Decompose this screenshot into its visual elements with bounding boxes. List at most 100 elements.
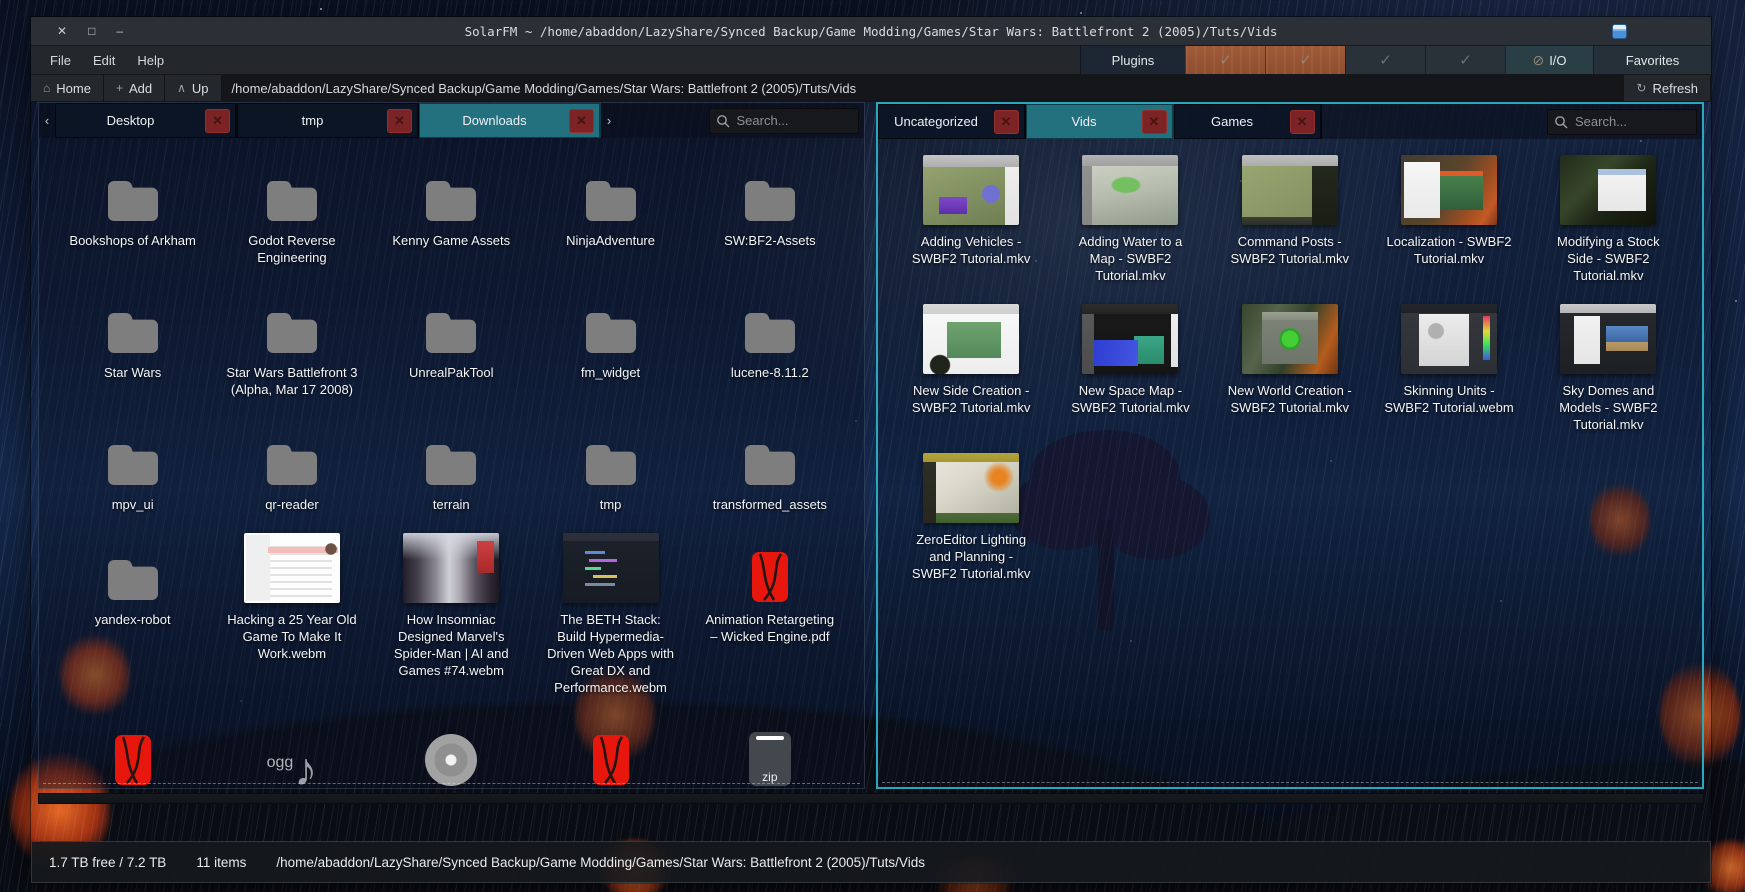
file-label: Sky Domes and Models - SWBF2 Tutorial.mk…	[1542, 382, 1674, 433]
file-item[interactable]: Sky Domes and Models - SWBF2 Tutorial.mk…	[1529, 300, 1688, 433]
search-input[interactable]	[1547, 109, 1697, 135]
file-label: Godot Reverse Engineering	[226, 232, 358, 266]
add-tab-button[interactable]: + Add	[104, 75, 165, 101]
menubar: File Edit Help Plugins ✓ ✓ ✓ ✓ ⊘ I/O Fav…	[31, 46, 1711, 75]
tab-close-button[interactable]: ✕	[569, 109, 594, 133]
check-toggle-button[interactable]: ✓	[1185, 46, 1265, 74]
tab-vids[interactable]: Vids✕	[1026, 104, 1174, 139]
folder-icon	[582, 414, 640, 488]
folder-item[interactable]: transformed_assets	[690, 414, 849, 513]
scroll-tabs-left-icon[interactable]: ‹	[39, 103, 55, 138]
status-path-text: /home/abaddon/LazyShare/Synced Backup/Ga…	[276, 855, 925, 870]
tab-desktop[interactable]: Desktop✕	[55, 103, 237, 138]
video-thumbnail	[1082, 151, 1178, 225]
maximize-window-button[interactable]: □	[88, 24, 95, 38]
file-label: Animation Retargeting – Wicked Engine.pd…	[704, 611, 836, 645]
plugins-button[interactable]: Plugins	[1080, 46, 1185, 74]
folder-icon	[582, 150, 640, 224]
folder-item[interactable]: NinjaAdventure	[531, 150, 690, 266]
up-button[interactable]: ∧ Up	[165, 75, 221, 101]
file-item[interactable]: New Space Map - SWBF2 Tutorial.mkv	[1051, 300, 1210, 433]
file-item[interactable]: Hacking a 25 Year Old Game To Make It Wo…	[212, 529, 371, 696]
file-label: Star Wars	[104, 364, 161, 381]
file-label: transformed_assets	[713, 496, 827, 513]
folder-item[interactable]: UnrealPakTool	[372, 282, 531, 398]
video-thumbnail	[403, 529, 499, 603]
tab-label: Games	[1175, 114, 1290, 129]
dual-pane-area: ‹ Desktop✕tmp✕Downloads✕ › Bookshops of …	[31, 102, 1711, 789]
file-item[interactable]: Skinning Units - SWBF2 Tutorial.webm	[1369, 300, 1528, 433]
folder-item[interactable]: SW:BF2-Assets	[690, 150, 849, 266]
io-button[interactable]: ⊘ I/O	[1505, 46, 1593, 74]
folder-item[interactable]: Star Wars	[53, 282, 212, 398]
scroll-tabs-right-icon[interactable]: ›	[601, 103, 617, 138]
refresh-button[interactable]: ↻ Refresh	[1623, 75, 1711, 101]
tab-close-button[interactable]: ✕	[994, 110, 1019, 134]
favorites-button[interactable]: Favorites	[1593, 46, 1711, 74]
folder-item[interactable]: qr-reader	[212, 414, 371, 513]
check-toggle-button[interactable]: ✓	[1265, 46, 1345, 74]
folder-item[interactable]: fm_widget	[531, 282, 690, 398]
file-item[interactable]: ogg♪	[212, 712, 371, 788]
tab-label: Downloads	[420, 113, 569, 128]
file-item[interactable]: New World Creation - SWBF2 Tutorial.mkv	[1210, 300, 1369, 433]
check-toggle-button[interactable]: ✓	[1425, 46, 1505, 74]
search-input[interactable]	[709, 108, 859, 134]
file-label: Adding Water to a Map - SWBF2 Tutorial.m…	[1064, 233, 1196, 284]
folder-item[interactable]: terrain	[372, 414, 531, 513]
tab-close-button[interactable]: ✕	[205, 109, 230, 133]
file-item[interactable]: Modifying a Stock Side - SWBF2 Tutorial.…	[1529, 151, 1688, 284]
skydomes-thumbnail	[1560, 304, 1656, 374]
archive-icon	[1612, 24, 1627, 39]
folder-item[interactable]: Bookshops of Arkham	[53, 150, 212, 266]
folder-item[interactable]: tmp	[531, 414, 690, 513]
folder-icon	[263, 414, 321, 488]
tab-tmp[interactable]: tmp✕	[237, 103, 419, 138]
file-item[interactable]	[53, 712, 212, 788]
file-item[interactable]: The BETH Stack: Build Hypermedia-Driven …	[531, 529, 690, 696]
video-thumbnail	[923, 449, 1019, 523]
file-item[interactable]	[531, 712, 690, 788]
file-item[interactable]: Command Posts - SWBF2 Tutorial.mkv	[1210, 151, 1369, 284]
file-item[interactable]	[372, 712, 531, 788]
tab-uncategorized[interactable]: Uncategorized✕	[878, 104, 1026, 139]
tab-downloads[interactable]: Downloads✕	[419, 103, 601, 138]
file-item[interactable]: How Insomniac Designed Marvel's Spider-M…	[372, 529, 531, 696]
folder-item[interactable]: Star Wars Battlefront 3 (Alpha, Mar 17 2…	[212, 282, 371, 398]
home-button[interactable]: ⌂ Home	[31, 75, 104, 101]
search-icon	[1554, 115, 1568, 129]
menu-file[interactable]: File	[41, 50, 80, 71]
file-item[interactable]: Localization - SWBF2 Tutorial.mkv	[1369, 151, 1528, 284]
close-window-button[interactable]: ✕	[57, 24, 67, 38]
file-item[interactable]: zip	[690, 712, 849, 788]
tab-close-button[interactable]: ✕	[1290, 110, 1315, 134]
folder-item[interactable]: yandex-robot	[53, 529, 212, 696]
horizontal-scrollbar[interactable]	[38, 793, 1704, 804]
newworld-thumbnail	[1242, 304, 1338, 374]
path-entry[interactable]: /home/abaddon/LazyShare/Synced Backup/Ga…	[222, 75, 1624, 101]
folder-item[interactable]: Godot Reverse Engineering	[212, 150, 371, 266]
check-toggle-button[interactable]: ✓	[1345, 46, 1425, 74]
minimize-window-button[interactable]: –	[116, 24, 123, 38]
file-label: UnrealPakTool	[409, 364, 494, 381]
home-icon: ⌂	[43, 81, 50, 95]
menu-help[interactable]: Help	[128, 50, 173, 71]
tab-close-button[interactable]: ✕	[387, 109, 412, 133]
file-item[interactable]: Animation Retargeting – Wicked Engine.pd…	[690, 529, 849, 696]
video-thumbnail	[1401, 151, 1497, 225]
folder-item[interactable]: mpv_ui	[53, 414, 212, 513]
tab-close-button[interactable]: ✕	[1142, 110, 1167, 134]
file-item[interactable]: New Side Creation - SWBF2 Tutorial.mkv	[892, 300, 1051, 433]
file-label: New World Creation - SWBF2 Tutorial.mkv	[1224, 382, 1356, 416]
folder-item[interactable]: lucene-8.11.2	[690, 282, 849, 398]
file-label: Localization - SWBF2 Tutorial.mkv	[1383, 233, 1515, 267]
audio-icon: ogg♪	[267, 712, 318, 786]
tab-games[interactable]: Games✕	[1174, 104, 1322, 139]
folder-item[interactable]: Kenny Game Assets	[372, 150, 531, 266]
file-item[interactable]: Adding Water to a Map - SWBF2 Tutorial.m…	[1051, 151, 1210, 284]
file-item[interactable]: ZeroEditor Lighting and Planning - SWBF2…	[892, 449, 1051, 582]
menu-edit[interactable]: Edit	[84, 50, 124, 71]
pdf-icon	[114, 712, 152, 786]
file-item[interactable]: Adding Vehicles - SWBF2 Tutorial.mkv	[892, 151, 1051, 284]
file-label: The BETH Stack: Build Hypermedia-Driven …	[545, 611, 677, 696]
